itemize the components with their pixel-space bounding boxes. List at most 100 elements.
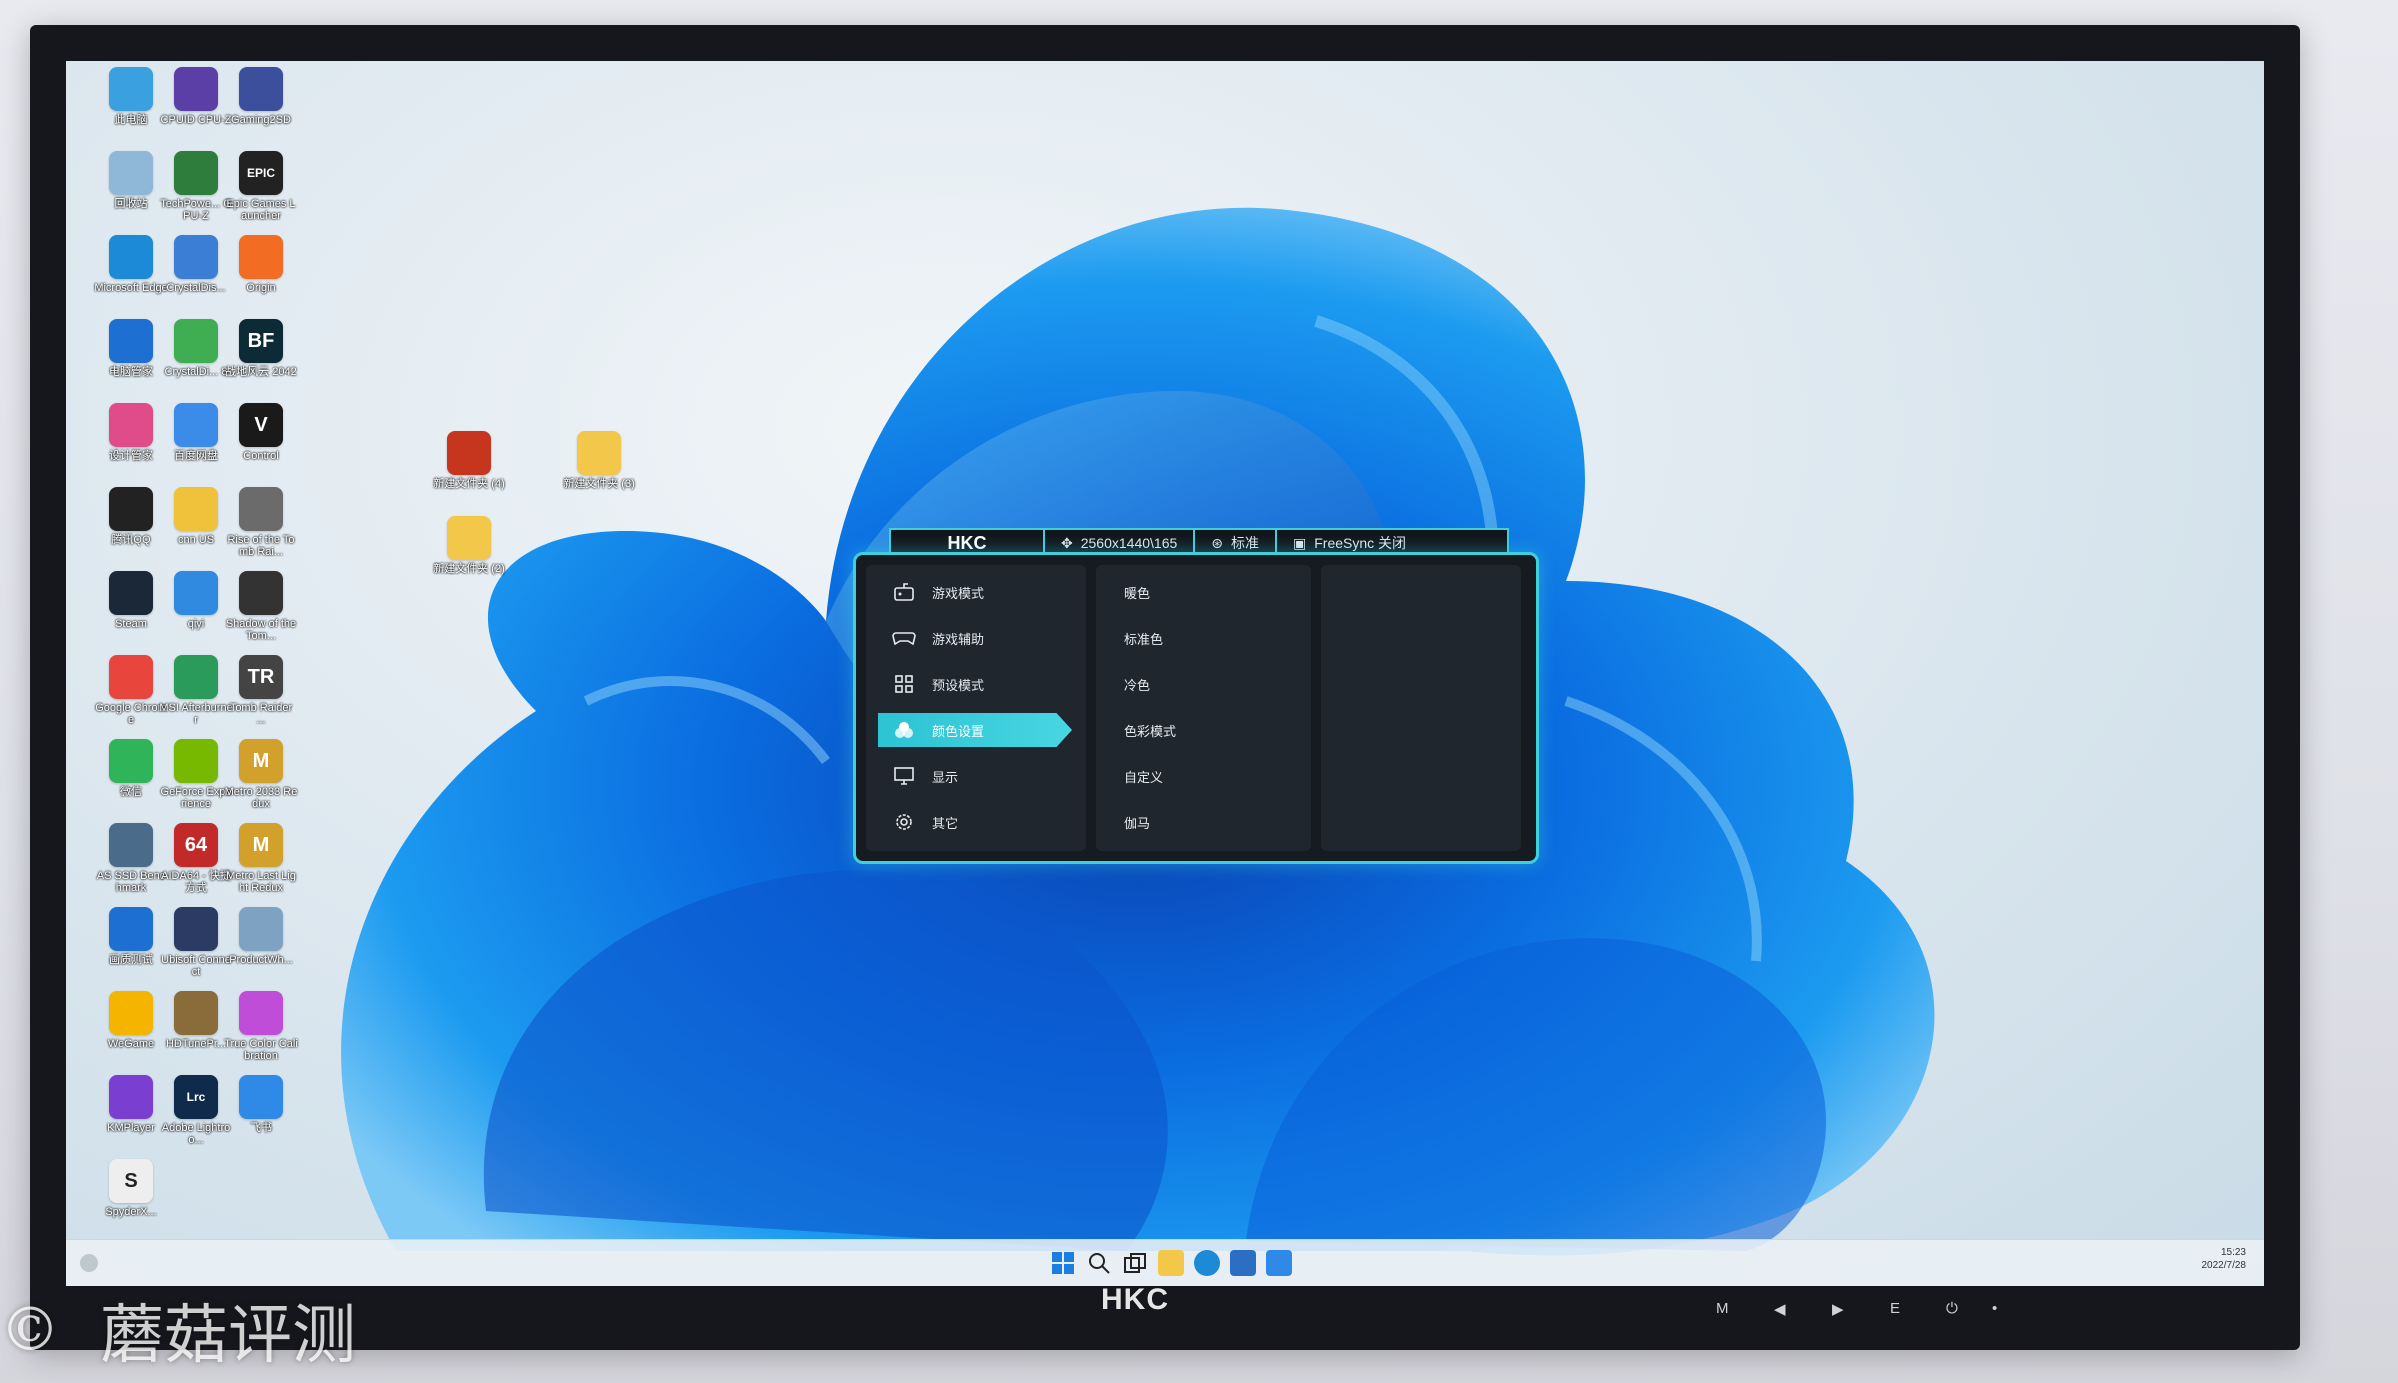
osd-menu-item-game-assist[interactable]: 游戏辅助 [878, 621, 1072, 655]
desktop-icon[interactable]: BF 战地风云 2042 [224, 319, 298, 378]
desktop-icon[interactable]: 微信 [94, 739, 168, 798]
widgets-icon[interactable] [80, 1254, 98, 1272]
osd-submenu-warm[interactable]: 暖色 [1124, 583, 1150, 602]
osd-mode-value: 标准 [1231, 535, 1260, 551]
osd-submenu-custom[interactable]: 自定义 [1124, 767, 1163, 786]
desktop-icon[interactable]: HDTunePr... [159, 991, 233, 1050]
osd-menu-item-color[interactable]: 颜色设置 [878, 713, 1072, 747]
desktop-icon[interactable]: qiyi [159, 571, 233, 630]
crosshair-icon: ✥ [1061, 534, 1073, 551]
bezel-button-right[interactable]: ▶ [1832, 1300, 1844, 1318]
desktop-icon[interactable]: M Metro 2033 Redux [224, 739, 298, 810]
desktop-icon[interactable]: S SpyderX... [94, 1159, 168, 1218]
desktop-icon-label: Gaming2SD [231, 114, 291, 126]
app-icon [109, 319, 153, 363]
app-icon: EPIC [239, 151, 283, 195]
watermark-text: 蘑菇评测 [100, 1299, 356, 1373]
desktop-icon[interactable]: V Control [224, 403, 298, 462]
osd-menu-item-display[interactable]: 显示 [878, 759, 1072, 793]
app-icon [174, 487, 218, 531]
desktop-icon[interactable]: Microsoft Edge [94, 235, 168, 294]
osd-submenu-color-mode[interactable]: 色彩模式 [1124, 721, 1176, 740]
desktop-icon[interactable]: Shadow of the Tom... [224, 571, 298, 642]
desktop-icon[interactable]: KMPlayer [94, 1075, 168, 1134]
desktop-icon-label: Metro Last Light Redux [226, 870, 296, 894]
app-icon [109, 151, 153, 195]
osd-menu-item-preset[interactable]: 预设模式 [878, 667, 1072, 701]
desktop-icon[interactable]: Gaming2SD [224, 67, 298, 126]
desktop-icon[interactable]: CrystalDis... [159, 235, 233, 294]
desktop-folder-icon[interactable]: 新建文件夹 (3) [562, 431, 636, 490]
osd-submenu-gamma[interactable]: 伽马 [1124, 813, 1150, 832]
bezel-button-menu[interactable]: M [1716, 1300, 1729, 1317]
desktop-icon[interactable]: 腾讯QQ [94, 487, 168, 546]
desktop-icon[interactable]: Ubisoft Connect [159, 907, 233, 978]
feishu-icon[interactable] [1266, 1250, 1292, 1276]
app-icon: S [109, 1159, 153, 1203]
mode-icon: ⊛ [1211, 534, 1224, 551]
desktop-icon[interactable]: 回收站 [94, 151, 168, 210]
app-icon [174, 403, 218, 447]
desktop-icon[interactable]: cnn US [159, 487, 233, 546]
osd-submenu-cool[interactable]: 冷色 [1124, 675, 1150, 694]
desktop-icon[interactable]: 64 AIDA64 - 快捷方式 [159, 823, 233, 894]
desktop-icon[interactable]: CrystalDi... 8 [159, 319, 233, 378]
desktop-icon-label: Tomb Raider ... [229, 702, 293, 726]
system-tray[interactable]: 15:23 2022/7/28 [2202, 1246, 2247, 1272]
desktop-icon[interactable]: 设计管家 [94, 403, 168, 462]
desktop-icon[interactable]: 百度网盘 [159, 403, 233, 462]
osd-submenu-standard[interactable]: 标准色 [1124, 629, 1163, 648]
app-icon [109, 235, 153, 279]
desktop-icon[interactable]: AS SSD Benchmark [94, 823, 168, 894]
osd-menu-item-game-mode[interactable]: 游戏模式 [878, 575, 1072, 609]
app-icon: V [239, 403, 283, 447]
desktop-icon[interactable]: M Metro Last Light Redux [224, 823, 298, 894]
desktop-icon-label: 新建文件夹 (4) [433, 478, 505, 490]
search-icon[interactable] [1086, 1250, 1112, 1276]
edge-icon[interactable] [1194, 1250, 1220, 1276]
app-icon [239, 487, 283, 531]
desktop-icon[interactable]: MSI Afterburner [159, 655, 233, 726]
app-icon [174, 67, 218, 111]
desktop-icon[interactable]: WeGame [94, 991, 168, 1050]
desktop-icon-label: 设计管家 [109, 450, 153, 462]
desktop-icon-label: 腾讯QQ [111, 534, 151, 546]
folder-icon [577, 431, 621, 475]
desktop-folder-icon[interactable]: 新建文件夹 (2) [432, 516, 506, 575]
desktop-icon[interactable]: Google Chrome [94, 655, 168, 726]
desktop-icon[interactable]: Origin [224, 235, 298, 294]
bezel-button-left[interactable]: ◀ [1774, 1300, 1786, 1318]
desktop-icon[interactable]: 电脑管家 [94, 319, 168, 378]
desktop-icon[interactable]: True Color Calibration [224, 991, 298, 1062]
desktop-icon[interactable]: Rise of the Tomb Rai... [224, 487, 298, 558]
osd-menu-item-other[interactable]: 其它 [878, 805, 1072, 839]
file-explorer-icon[interactable] [1158, 1250, 1184, 1276]
desktop-icon[interactable]: TechPowe... GPU-Z [159, 151, 233, 222]
desktop-icon-label: 飞书 [250, 1122, 272, 1134]
desktop-screen: 此电脑 CPUID CPU-Z Gaming2SD 回收站 TechPowe... GP… [66, 61, 2264, 1286]
desktop-icon[interactable]: CPUID CPU-Z [159, 67, 233, 126]
desktop-icon[interactable]: 画质测试 [94, 907, 168, 966]
desktop-folder-icon[interactable]: 新建文件夹 (4) [432, 431, 506, 490]
task-view-icon[interactable] [1122, 1250, 1148, 1276]
bezel-button-exit[interactable]: E [1890, 1300, 1900, 1317]
desktop-icon[interactable]: GeForce Experience [159, 739, 233, 810]
desktop-icon-label: AS SSD Benchmark [96, 870, 166, 894]
desktop-icon-label: MSI Afterburner [159, 702, 233, 726]
app-icon: Lrc [174, 1075, 218, 1119]
desktop-icon-label: AIDA64 - 快捷方式 [161, 870, 231, 894]
store-icon[interactable] [1230, 1250, 1256, 1276]
app-icon [239, 571, 283, 615]
app-icon [174, 907, 218, 951]
desktop-icon[interactable]: TR Tomb Raider ... [224, 655, 298, 726]
desktop-icon-label: Adobe Lightroo... [161, 1122, 231, 1146]
desktop-icon[interactable]: Steam [94, 571, 168, 630]
desktop-icon[interactable]: Lrc Adobe Lightroo... [159, 1075, 233, 1146]
bezel-button-power[interactable]: ⏻ [1946, 1300, 1958, 1317]
desktop-icon[interactable]: 此电脑 [94, 67, 168, 126]
desktop-icon[interactable]: EPIC Epic Games Launcher [224, 151, 298, 222]
desktop-icon[interactable]: 飞书 [224, 1075, 298, 1134]
desktop-icon[interactable]: ProductWh... [224, 907, 298, 966]
start-icon[interactable] [1050, 1250, 1076, 1276]
grid-icon [892, 672, 916, 696]
